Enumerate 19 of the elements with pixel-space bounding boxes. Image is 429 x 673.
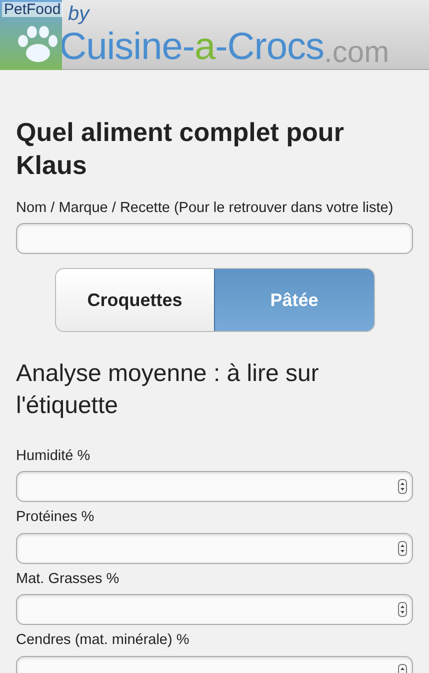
field-label: Mat. Grasses % (16, 570, 120, 589)
logo-badge: PetFood (2, 2, 63, 17)
spinner-icon[interactable] (398, 540, 407, 556)
logo-text: by (68, 4, 90, 24)
number-field[interactable] (16, 594, 413, 626)
number-field[interactable] (16, 532, 413, 564)
logo-text: .com (324, 38, 390, 68)
section-heading: Analyse moyenne : à lire sur l'étiquette (16, 359, 320, 421)
number-field[interactable] (16, 471, 413, 502)
field-label: Protéines % (16, 508, 96, 528)
field-label: Cendres (mat. minérale) % (16, 631, 190, 650)
input-field[interactable] (16, 223, 413, 254)
field-label: Nom / Marque / Recette (Pour le retrouver dans votre liste) (16, 199, 394, 218)
field-label: Humidité % (16, 446, 92, 466)
spinner-icon[interactable] (398, 602, 407, 618)
logo-text: Cuisine-a-Crocs (59, 28, 324, 66)
page-title: Quel aliment complet pour Klaus (16, 116, 345, 181)
segment-tab[interactable]: Croquettes (56, 269, 214, 332)
spinner-icon[interactable] (398, 479, 407, 494)
